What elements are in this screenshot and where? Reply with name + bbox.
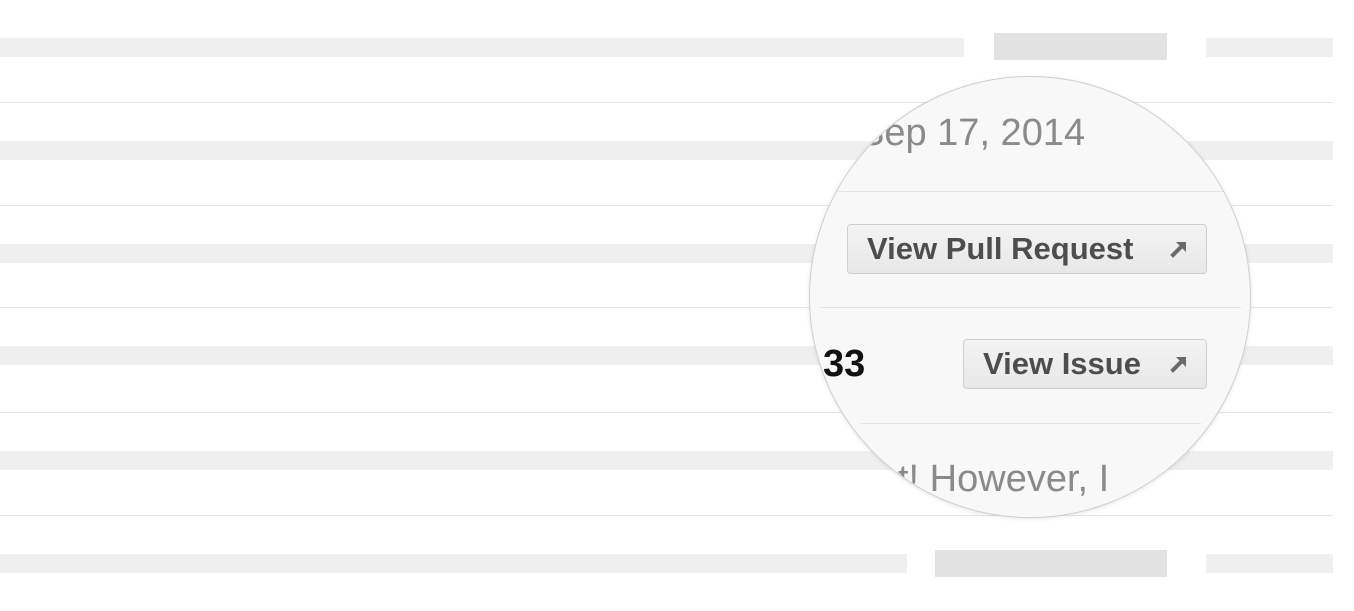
view-issue-label: View Issue [983,346,1141,381]
comment-text: st! However, I [879,458,1110,500]
view-issue-button[interactable]: View Issue [963,339,1207,389]
placeholder-text-bar [0,38,964,57]
placeholder-text-bar [0,554,907,573]
placeholder-button-bar [935,550,1167,577]
magnified-row-divider [810,191,1250,192]
placeholder-meta-bar [1206,38,1333,57]
issue-number: 33 [823,343,866,385]
placeholder-meta-bar [1206,554,1333,573]
view-pull-request-button[interactable]: View Pull Request [847,224,1207,274]
view-pull-request-label: View Pull Request [867,231,1134,266]
placeholder-button-bar [994,33,1167,60]
date-text: Sep 17, 2014 [859,112,1086,154]
magnified-content: Sep 17, 2014 View Pull Request 33 View I… [810,77,1250,517]
magnifier-lens: Sep 17, 2014 View Pull Request 33 View I… [809,76,1251,518]
arrow-up-right-icon [1170,357,1186,373]
magnified-row-divider [861,423,1201,424]
magnified-row-divider [821,307,1241,308]
arrow-up-right-icon [1170,242,1186,258]
